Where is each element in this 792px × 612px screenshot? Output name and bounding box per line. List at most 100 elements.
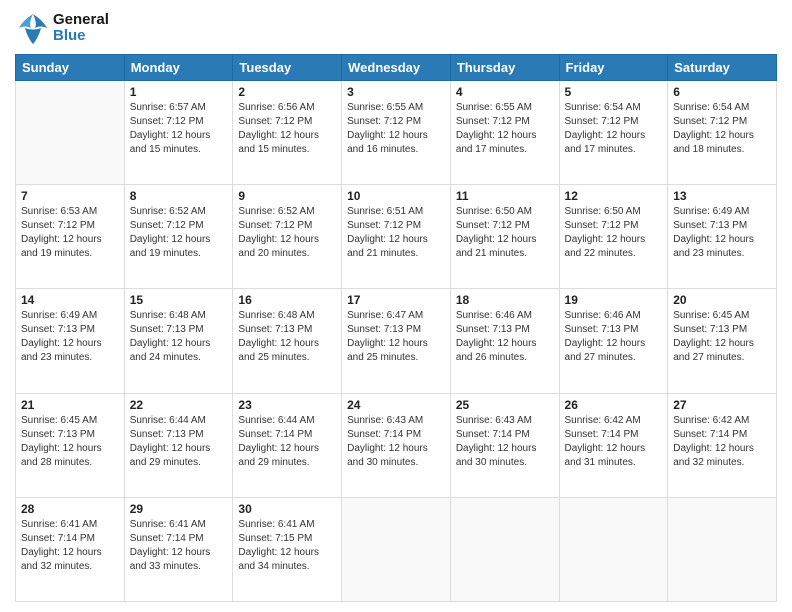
daylight-text-2: and 34 minutes. <box>238 560 336 574</box>
sunrise-text: Sunrise: 6:46 AM <box>456 309 554 323</box>
sunset-text: Sunset: 7:13 PM <box>238 323 336 337</box>
day-number: 18 <box>456 293 554 307</box>
sunrise-text: Sunrise: 6:55 AM <box>456 101 554 115</box>
daylight-text-2: and 29 minutes. <box>130 456 228 470</box>
sunset-text: Sunset: 7:13 PM <box>130 428 228 442</box>
calendar-cell: 5 Sunrise: 6:54 AMSunset: 7:12 PMDaylight… <box>559 81 668 185</box>
day-number: 13 <box>673 189 771 203</box>
daylight-text: Daylight: 12 hours <box>21 546 119 560</box>
daylight-text: Daylight: 12 hours <box>456 129 554 143</box>
sunrise-text: Sunrise: 6:48 AM <box>130 309 228 323</box>
day-number: 3 <box>347 85 445 99</box>
daylight-text: Daylight: 12 hours <box>673 337 771 351</box>
calendar-cell: 14Sunrise: 6:49 AMSunset: 7:13 PMDayligh… <box>16 289 125 393</box>
daylight-text-2: and 19 minutes. <box>130 247 228 261</box>
daylight-text: Daylight: 12 hours <box>130 129 228 143</box>
daylight-text-2: and 27 minutes. <box>673 351 771 365</box>
sunrise-text: Sunrise: 6:52 AM <box>238 205 336 219</box>
sunrise-text: Sunrise: 6:50 AM <box>565 205 663 219</box>
week-row-5: 28Sunrise: 6:41 AMSunset: 7:14 PMDayligh… <box>16 497 777 601</box>
calendar-cell: 20Sunrise: 6:45 AMSunset: 7:13 PMDayligh… <box>668 289 777 393</box>
daylight-text-2: and 33 minutes. <box>130 560 228 574</box>
daylight-text-2: and 23 minutes. <box>21 351 119 365</box>
sunset-text: Sunset: 7:12 PM <box>238 115 336 129</box>
calendar-cell: 7Sunrise: 6:53 AMSunset: 7:12 PMDaylight… <box>16 185 125 289</box>
week-row-3: 14Sunrise: 6:49 AMSunset: 7:13 PMDayligh… <box>16 289 777 393</box>
calendar-cell: 30Sunrise: 6:41 AMSunset: 7:15 PMDayligh… <box>233 497 342 601</box>
day-number: 19 <box>565 293 663 307</box>
calendar-cell: 8Sunrise: 6:52 AMSunset: 7:12 PMDaylight… <box>124 185 233 289</box>
daylight-text: Daylight: 12 hours <box>130 442 228 456</box>
calendar-cell <box>450 497 559 601</box>
day-header-wednesday: Wednesday <box>342 55 451 81</box>
day-info: Sunrise: 6:42 AMSunset: 7:14 PMDaylight:… <box>565 414 663 470</box>
day-number: 28 <box>21 502 119 516</box>
day-info: Sunrise: 6:45 AMSunset: 7:13 PMDaylight:… <box>673 309 771 365</box>
daylight-text-2: and 29 minutes. <box>238 456 336 470</box>
sunset-text: Sunset: 7:14 PM <box>130 532 228 546</box>
daylight-text-2: and 18 minutes. <box>673 143 771 157</box>
daylight-text-2: and 31 minutes. <box>565 456 663 470</box>
day-number: 26 <box>565 398 663 412</box>
calendar-cell: 19Sunrise: 6:46 AMSunset: 7:13 PMDayligh… <box>559 289 668 393</box>
day-info: Sunrise: 6:41 AMSunset: 7:15 PMDaylight:… <box>238 518 336 574</box>
sunset-text: Sunset: 7:13 PM <box>565 323 663 337</box>
logo-general: General <box>53 12 109 29</box>
daylight-text: Daylight: 12 hours <box>565 442 663 456</box>
daylight-text-2: and 15 minutes. <box>238 143 336 157</box>
day-number: 25 <box>456 398 554 412</box>
daylight-text: Daylight: 12 hours <box>21 442 119 456</box>
calendar-cell <box>342 497 451 601</box>
day-number: 6 <box>673 85 771 99</box>
sunset-text: Sunset: 7:14 PM <box>347 428 445 442</box>
daylight-text: Daylight: 12 hours <box>673 442 771 456</box>
calendar-cell: 27Sunrise: 6:42 AMSunset: 7:14 PMDayligh… <box>668 393 777 497</box>
sunrise-text: Sunrise: 6:48 AM <box>238 309 336 323</box>
daylight-text: Daylight: 12 hours <box>565 129 663 143</box>
daylight-text: Daylight: 12 hours <box>673 129 771 143</box>
sunset-text: Sunset: 7:12 PM <box>565 115 663 129</box>
sunset-text: Sunset: 7:12 PM <box>456 115 554 129</box>
day-info: Sunrise: 6:49 AMSunset: 7:13 PMDaylight:… <box>673 205 771 261</box>
sunset-text: Sunset: 7:14 PM <box>21 532 119 546</box>
day-info: Sunrise: 6:52 AMSunset: 7:12 PMDaylight:… <box>238 205 336 261</box>
daylight-text: Daylight: 12 hours <box>347 233 445 247</box>
sunset-text: Sunset: 7:12 PM <box>238 219 336 233</box>
sunrise-text: Sunrise: 6:41 AM <box>238 518 336 532</box>
sunrise-text: Sunrise: 6:52 AM <box>130 205 228 219</box>
day-number: 8 <box>130 189 228 203</box>
sunrise-text: Sunrise: 6:42 AM <box>673 414 771 428</box>
calendar-cell: 3Sunrise: 6:55 AMSunset: 7:12 PMDaylight… <box>342 81 451 185</box>
sunset-text: Sunset: 7:14 PM <box>238 428 336 442</box>
daylight-text-2: and 15 minutes. <box>130 143 228 157</box>
calendar-cell <box>16 81 125 185</box>
logo-blue: Blue <box>53 28 109 45</box>
day-number: 1 <box>130 85 228 99</box>
sunrise-text: Sunrise: 6:50 AM <box>456 205 554 219</box>
daylight-text-2: and 20 minutes. <box>238 247 336 261</box>
day-number: 9 <box>238 189 336 203</box>
daylight-text: Daylight: 12 hours <box>130 337 228 351</box>
sunrise-text: Sunrise: 6:54 AM <box>565 101 663 115</box>
daylight-text: Daylight: 12 hours <box>347 129 445 143</box>
calendar-cell: 23Sunrise: 6:44 AMSunset: 7:14 PMDayligh… <box>233 393 342 497</box>
calendar-cell: 6Sunrise: 6:54 AMSunset: 7:12 PMDaylight… <box>668 81 777 185</box>
sunrise-text: Sunrise: 6:44 AM <box>238 414 336 428</box>
calendar-cell: 17Sunrise: 6:47 AMSunset: 7:13 PMDayligh… <box>342 289 451 393</box>
daylight-text: Daylight: 12 hours <box>456 233 554 247</box>
sunrise-text: Sunrise: 6:55 AM <box>347 101 445 115</box>
sunset-text: Sunset: 7:12 PM <box>565 219 663 233</box>
day-info: Sunrise: 6:42 AMSunset: 7:14 PMDaylight:… <box>673 414 771 470</box>
day-info: Sunrise: 6:50 AMSunset: 7:12 PMDaylight:… <box>565 205 663 261</box>
day-info: Sunrise: 6:49 AMSunset: 7:13 PMDaylight:… <box>21 309 119 365</box>
daylight-text-2: and 17 minutes. <box>565 143 663 157</box>
calendar-cell: 13 Sunrise: 6:49 AMSunset: 7:13 PMDayligh… <box>668 185 777 289</box>
calendar-cell: 24Sunrise: 6:43 AMSunset: 7:14 PMDayligh… <box>342 393 451 497</box>
daylight-text: Daylight: 12 hours <box>347 337 445 351</box>
sunset-text: Sunset: 7:12 PM <box>21 219 119 233</box>
sunset-text: Sunset: 7:13 PM <box>673 323 771 337</box>
day-info: Sunrise: 6:56 AMSunset: 7:12 PMDaylight:… <box>238 101 336 157</box>
day-number: 4 <box>456 85 554 99</box>
daylight-text-2: and 25 minutes. <box>347 351 445 365</box>
day-number: 5 <box>565 85 663 99</box>
